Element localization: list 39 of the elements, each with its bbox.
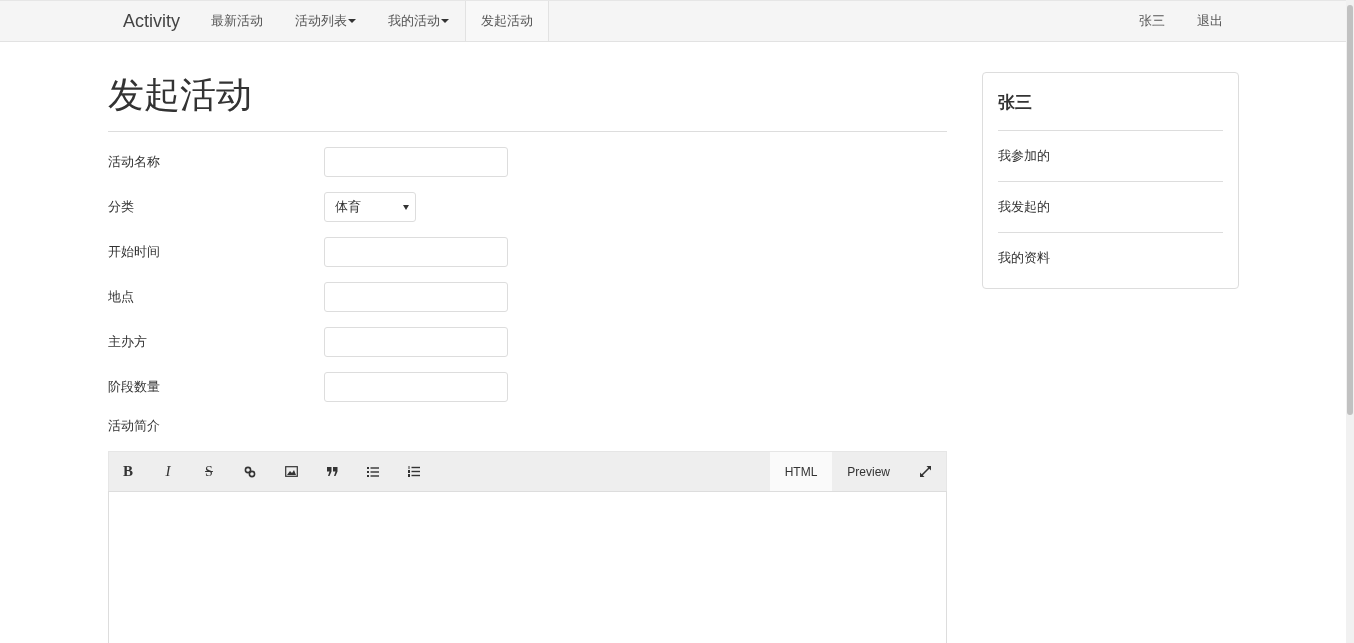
field-label: 地点: [108, 288, 135, 306]
quote-icon: [326, 467, 338, 476]
field-label: 阶段数量: [108, 378, 161, 396]
brand-link[interactable]: Activity: [108, 1, 195, 41]
input-field[interactable]: [324, 282, 508, 312]
image-icon: [284, 466, 298, 477]
field-label: 分类: [108, 198, 135, 216]
nav-link[interactable]: 退出: [1181, 1, 1239, 41]
nav-link[interactable]: 活动列表: [279, 1, 372, 41]
nav-link[interactable]: 我的活动: [372, 1, 465, 41]
input-field[interactable]: [324, 327, 508, 357]
category-select[interactable]: 体育: [324, 192, 416, 222]
sidebar-link[interactable]: 我的资料: [998, 233, 1223, 283]
bold-button[interactable]: B: [109, 452, 147, 491]
sidebar-title: 张三: [998, 73, 1223, 131]
nav-link[interactable]: 最新活动: [195, 1, 279, 41]
field-label: 活动简介: [108, 417, 161, 435]
editor-tab[interactable]: HTML: [769, 452, 833, 491]
link-icon: [244, 465, 256, 478]
field-label: 活动名称: [108, 153, 161, 171]
field-label: 主办方: [108, 333, 148, 351]
italic-button[interactable]: I: [148, 452, 188, 491]
expand-icon: [919, 466, 931, 477]
sidebar-link[interactable]: 我参加的: [998, 131, 1223, 182]
input-field[interactable]: [324, 237, 508, 267]
field-label: 开始时间: [108, 243, 161, 261]
nav-link[interactable]: 发起活动: [465, 1, 549, 41]
input-field[interactable]: [324, 147, 508, 177]
input-field[interactable]: [324, 372, 508, 402]
scrollbar-thumb[interactable]: [1347, 5, 1353, 415]
sidebar-link[interactable]: 我发起的: [998, 182, 1223, 233]
editor-tab[interactable]: Preview: [832, 452, 905, 491]
page-title: 发起活动: [108, 73, 253, 117]
caret-icon: [403, 204, 409, 210]
scrollbar[interactable]: [1346, 0, 1354, 643]
strikethrough-button[interactable]: S: [189, 452, 229, 491]
nav-link[interactable]: 张三: [1123, 1, 1181, 41]
numbered-list-icon: [408, 466, 420, 477]
bullet-list-icon: [367, 466, 379, 477]
